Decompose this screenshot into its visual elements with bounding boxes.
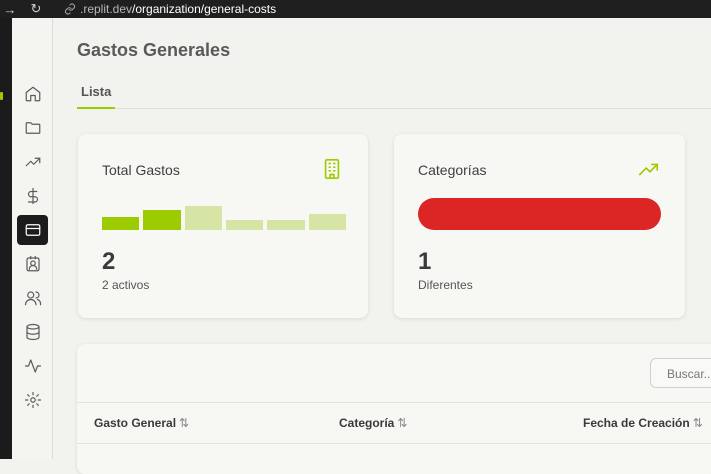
mini-chart-bar xyxy=(143,210,181,230)
sidebar-item-general-costs[interactable] xyxy=(17,215,48,245)
settings-icon xyxy=(24,391,41,409)
mini-chart-bar xyxy=(184,206,222,230)
browser-address-bar: → ↻ .replit.dev/organization/general-cos… xyxy=(0,0,711,18)
categories-card: Categorías 1 Diferentes xyxy=(394,134,685,318)
search-input[interactable]: Buscar... xyxy=(650,358,711,388)
window-edge xyxy=(0,18,12,459)
column-header-general-cost[interactable]: Gasto General ⇅ xyxy=(94,416,189,430)
mini-chart-bar xyxy=(308,214,346,230)
sort-icon[interactable]: ⇅ xyxy=(179,416,189,430)
reload-icon[interactable]: ↻ xyxy=(26,1,46,17)
mini-chart-bar xyxy=(267,220,305,230)
sidebar-item-activity[interactable] xyxy=(17,351,48,381)
url-path: /organization/general-costs xyxy=(132,2,277,16)
column-header-created-date[interactable]: Fecha de Creación ⇅ xyxy=(583,416,703,430)
total-expenses-label: Total Gastos xyxy=(102,162,180,178)
dollar-icon xyxy=(27,187,38,205)
column-header-category[interactable]: Categoría ⇅ xyxy=(339,416,407,430)
main-content: Gastos Generales Lista Total Gastos 2 2 … xyxy=(53,18,711,474)
sidebar-item-users[interactable] xyxy=(17,283,48,313)
expenses-mini-chart xyxy=(102,206,346,230)
trending-up-icon xyxy=(638,158,660,180)
tab-lista[interactable]: Lista xyxy=(77,82,116,109)
total-expenses-sub: 2 activos xyxy=(102,278,150,292)
column-label: Gasto General xyxy=(94,416,177,430)
sidebar-item-database[interactable] xyxy=(17,317,48,347)
users-icon xyxy=(24,291,41,306)
page-title: Gastos Generales xyxy=(77,40,231,60)
trending-up-icon xyxy=(25,157,40,167)
sidebar xyxy=(12,18,53,459)
database-icon xyxy=(25,323,40,341)
column-label: Fecha de Creación xyxy=(583,416,690,430)
forward-icon[interactable]: → xyxy=(0,2,20,17)
home-icon xyxy=(25,86,40,102)
edge-marker xyxy=(0,92,3,100)
url-field[interactable]: .replit.dev/organization/general-costs xyxy=(60,0,711,18)
building-icon xyxy=(321,158,343,180)
categories-bar xyxy=(418,198,661,230)
link-icon xyxy=(65,3,75,15)
folder-icon xyxy=(25,122,40,134)
mini-chart-bar xyxy=(102,217,140,230)
categories-value: 1 xyxy=(418,248,432,275)
table-header: Gasto General ⇅ Categoría ⇅ Fecha de Creac… xyxy=(77,402,711,444)
sidebar-item-contacts[interactable] xyxy=(17,249,48,279)
sort-icon[interactable]: ⇅ xyxy=(397,416,407,430)
sidebar-item-home[interactable] xyxy=(17,79,48,109)
column-label: Categoría xyxy=(339,416,395,430)
contact-badge-icon xyxy=(25,255,40,272)
sidebar-item-trends[interactable] xyxy=(17,147,48,177)
total-expenses-value: 2 xyxy=(102,248,116,275)
categories-label: Categorías xyxy=(418,162,487,178)
sidebar-item-finance[interactable] xyxy=(17,181,48,211)
credit-card-icon xyxy=(25,224,40,236)
total-expenses-card: Total Gastos 2 2 activos xyxy=(78,134,368,318)
sidebar-item-settings[interactable] xyxy=(17,385,48,415)
sort-icon[interactable]: ⇅ xyxy=(693,416,703,430)
sidebar-item-folder[interactable] xyxy=(17,113,48,143)
mini-chart-bar xyxy=(226,220,264,230)
general-costs-table: Buscar... Gasto General ⇅ Categoría ⇅ Fech… xyxy=(77,344,711,474)
tab-bar: Lista xyxy=(77,82,711,109)
url-host: .replit.dev xyxy=(80,2,133,16)
categories-sub: Diferentes xyxy=(418,278,473,292)
activity-icon xyxy=(24,359,41,373)
